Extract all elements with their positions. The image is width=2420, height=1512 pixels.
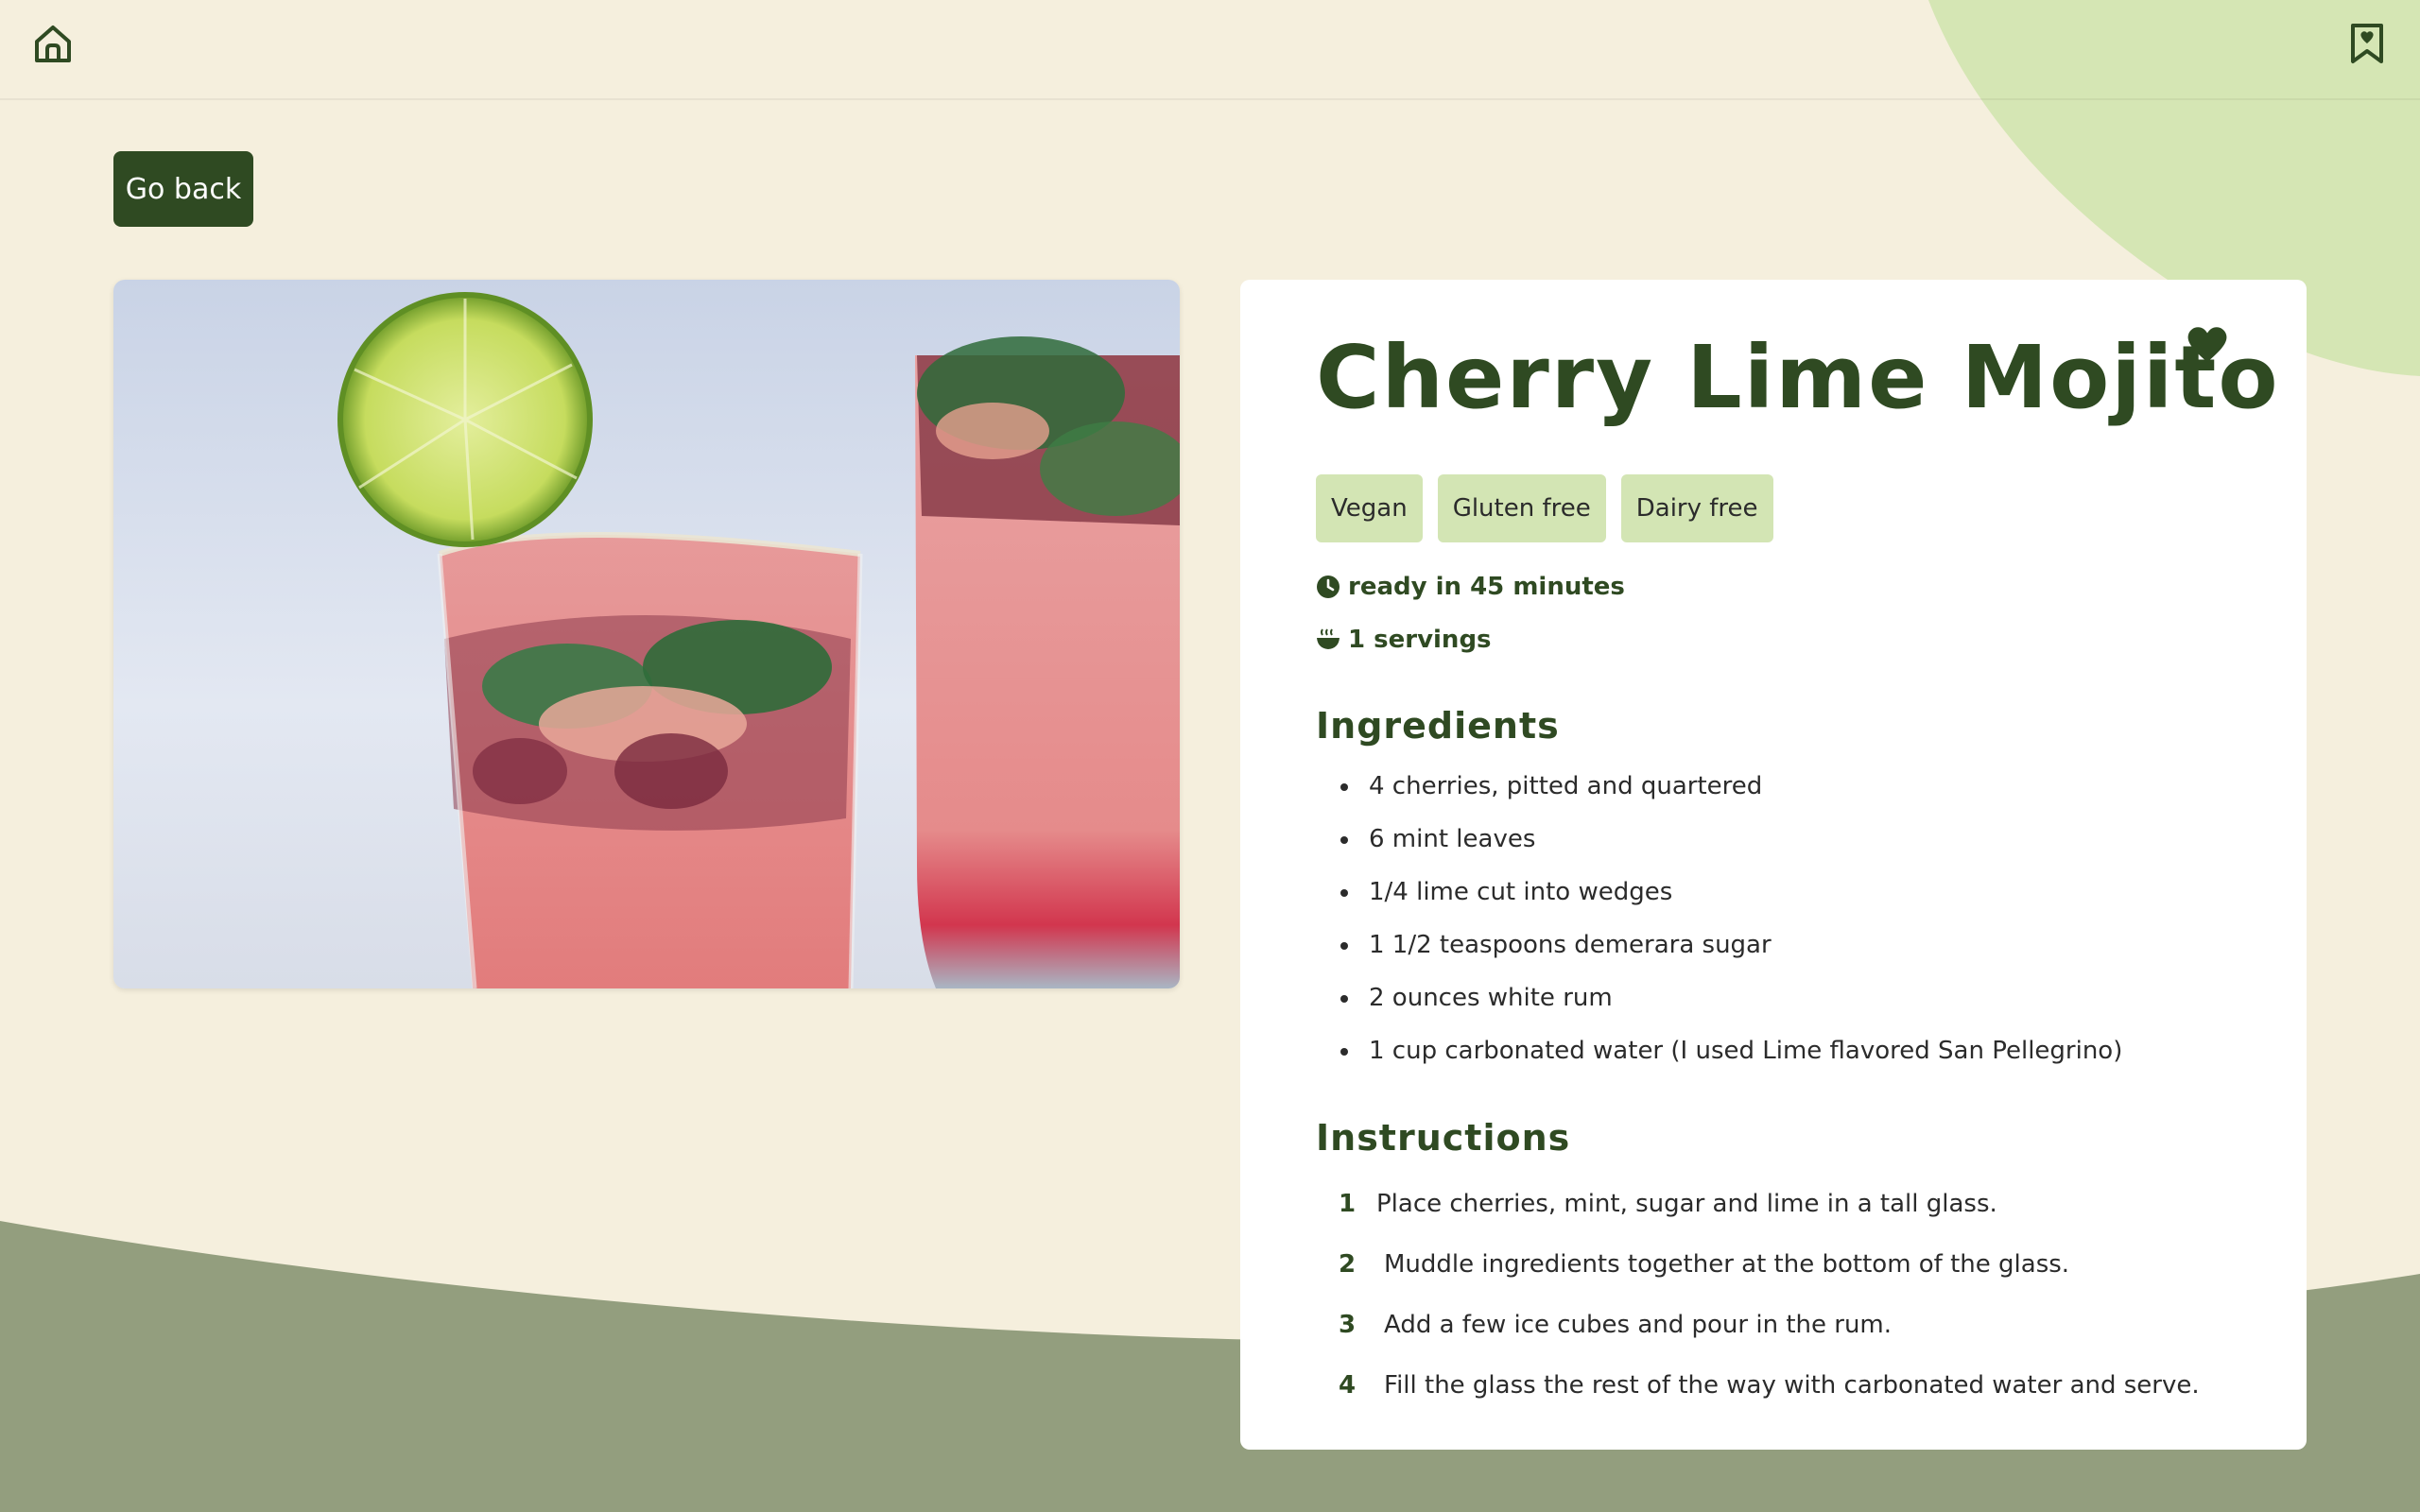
- ingredient-text: 1 cup carbonated water (I used Lime flav…: [1369, 1037, 2123, 1065]
- go-back-button[interactable]: Go back: [113, 151, 253, 227]
- recipe-card: Cherry Lime Mojito Vegan Gluten free Dai…: [1240, 280, 2307, 1450]
- step-text: Fill the glass the rest of the way with …: [1384, 1371, 2200, 1400]
- instruction-step: 3 Add a few ice cubes and pour in the rum…: [1316, 1306, 2200, 1366]
- tag-dairy-free: Dairy free: [1620, 474, 1773, 542]
- ingredient-text: 1 1/2 teaspoons demerara sugar: [1369, 931, 1772, 959]
- servings: 1 servings: [1316, 626, 1492, 654]
- instruction-step: 1 Place cherries, mint, sugar and lime in…: [1316, 1185, 2200, 1246]
- ingredient-item: 6 mint leaves: [1316, 820, 2122, 873]
- ingredient-text: 1/4 lime cut into wedges: [1369, 878, 1673, 906]
- ready-time: ready in 45 minutes: [1316, 573, 1625, 601]
- ingredient-item: 1/4 lime cut into wedges: [1316, 873, 2122, 926]
- ready-time-text: ready in 45 minutes: [1348, 573, 1625, 601]
- recipe-title: Cherry Lime Mojito: [1316, 327, 2280, 428]
- step-text: Place cherries, mint, sugar and lime in …: [1376, 1190, 1997, 1218]
- tag-vegan: Vegan: [1316, 474, 1423, 542]
- instructions-heading: Instructions: [1316, 1117, 1571, 1159]
- favorite-heart-icon[interactable]: [2186, 325, 2229, 363]
- servings-text: 1 servings: [1348, 626, 1492, 654]
- step-number: 3: [1339, 1311, 1357, 1339]
- tag-gluten-free: Gluten free: [1437, 474, 1606, 542]
- ingredients-heading: Ingredients: [1316, 705, 1560, 747]
- bowl-icon: [1317, 628, 1340, 649]
- bullet: [1340, 836, 1348, 844]
- step-number: 1: [1339, 1190, 1357, 1218]
- step-text: Add a few ice cubes and pour in the rum.: [1384, 1311, 1893, 1339]
- ingredient-text: 2 ounces white rum: [1369, 984, 1613, 1012]
- diet-tags: Vegan Gluten free Dairy free: [1316, 474, 1773, 542]
- bullet: [1340, 889, 1348, 897]
- instructions-list: 1 Place cherries, mint, sugar and lime in…: [1316, 1185, 2200, 1427]
- ingredient-item: 2 ounces white rum: [1316, 979, 2122, 1032]
- clock-icon: [1317, 576, 1340, 598]
- ingredients-list: 4 cherries, pitted and quartered 6 mint …: [1316, 767, 2122, 1085]
- ingredient-text: 6 mint leaves: [1369, 825, 1536, 853]
- instruction-step: 2 Muddle ingredients together at the bott…: [1316, 1246, 2200, 1306]
- bullet: [1340, 995, 1348, 1003]
- step-number: 4: [1339, 1371, 1357, 1400]
- bullet: [1340, 1048, 1348, 1056]
- recipe-photo: [113, 280, 1180, 988]
- home-icon[interactable]: [32, 23, 74, 64]
- ingredient-item: 1 cup carbonated water (I used Lime flav…: [1316, 1032, 2122, 1085]
- bullet: [1340, 783, 1348, 791]
- bullet: [1340, 942, 1348, 950]
- ingredient-item: 4 cherries, pitted and quartered: [1316, 767, 2122, 820]
- ingredient-item: 1 1/2 teaspoons demerara sugar: [1316, 926, 2122, 979]
- instruction-step: 4 Fill the glass the rest of the way with…: [1316, 1366, 2200, 1427]
- ingredient-text: 4 cherries, pitted and quartered: [1369, 772, 1763, 800]
- top-navigation-bar: [0, 0, 2420, 100]
- step-number: 2: [1339, 1250, 1357, 1279]
- step-text: Muddle ingredients together at the botto…: [1384, 1250, 2070, 1279]
- bookmark-heart-icon[interactable]: [2348, 23, 2386, 64]
